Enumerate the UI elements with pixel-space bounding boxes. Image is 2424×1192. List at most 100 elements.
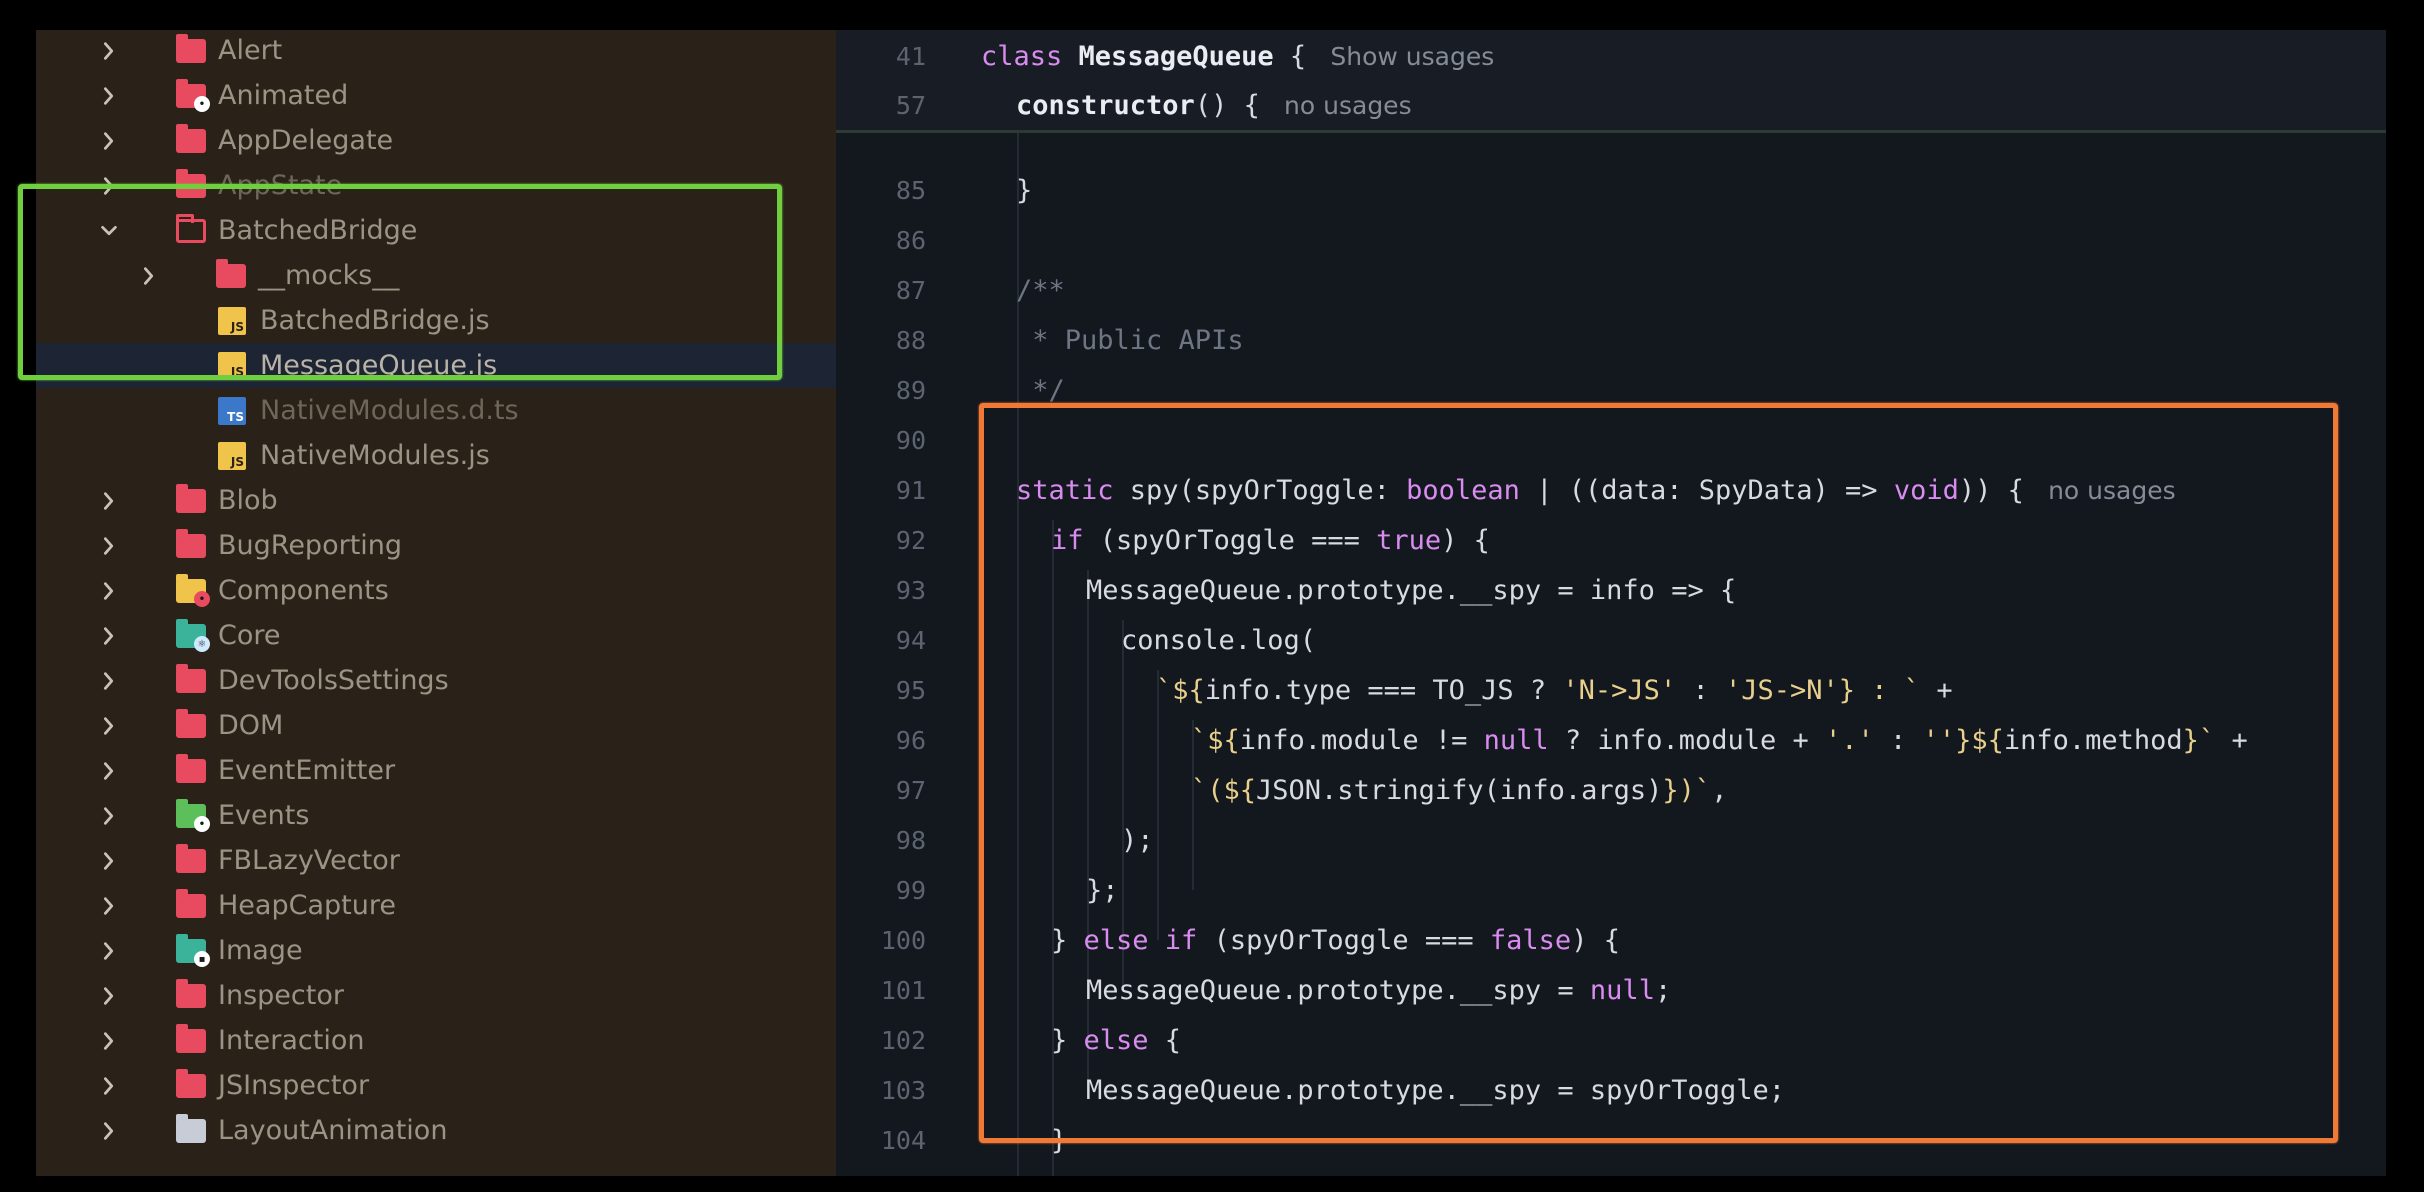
tree-item-label: NativeModules.js xyxy=(260,440,490,471)
line-number: 90 xyxy=(895,426,926,455)
js-file-icon: JS xyxy=(218,307,246,335)
folder-icon xyxy=(176,844,206,873)
code-line[interactable]: 100} else if (spyOrToggle === false) { xyxy=(836,916,2386,966)
tree-item-label: BugReporting xyxy=(218,530,403,561)
folder-badge-icon: • xyxy=(194,816,210,832)
chevron-right-icon[interactable] xyxy=(94,30,124,73)
tree-item-jsinspector[interactable]: JSInspector xyxy=(36,1063,836,1108)
tree-item-mocks[interactable]: __mocks__ xyxy=(36,253,836,298)
chevron-right-icon[interactable] xyxy=(94,478,124,523)
tree-item-bugreporting[interactable]: BugReporting xyxy=(36,523,836,568)
code-line[interactable]: 87 /** xyxy=(836,266,2386,316)
code-line[interactable]: 88 * Public APIs xyxy=(836,316,2386,366)
line-number: 93 xyxy=(895,576,926,605)
chevron-right-icon[interactable] xyxy=(94,973,124,1018)
line-number: 96 xyxy=(895,726,926,755)
line-number: 99 xyxy=(895,876,926,905)
code-token: { xyxy=(1273,41,1323,72)
code-line[interactable]: 57 constructor() { no usages xyxy=(836,81,2386,131)
code-line[interactable]: 93 MessageQueue.prototype.__spy = info =>… xyxy=(836,566,2386,616)
code-line[interactable]: 103 MessageQueue.prototype.__spy = spyOrT… xyxy=(836,1066,2386,1116)
code-line[interactable]: 85} xyxy=(836,166,2386,216)
tree-item-components[interactable]: • Components xyxy=(36,568,836,613)
tree-item-animated[interactable]: • Animated xyxy=(36,73,836,118)
tree-item-fblazyvector[interactable]: FBLazyVector xyxy=(36,838,836,883)
usage-hint[interactable]: Show usages xyxy=(1322,42,1494,71)
folder-icon xyxy=(176,1114,206,1143)
code-token: false xyxy=(1489,925,1572,956)
tree-item-devtoolssettings[interactable]: DevToolsSettings xyxy=(36,658,836,703)
tree-item-eventemitter[interactable]: EventEmitter xyxy=(36,748,836,793)
code-line[interactable]: 104} xyxy=(836,1116,2386,1166)
code-editor[interactable]: 41 class MessageQueue { Show usages 57 cons… xyxy=(836,30,2386,1176)
tree-item-core[interactable]: ⚛ Core xyxy=(36,613,836,658)
tree-item-nativemodules-d-ts[interactable]: TS NativeModules.d.ts xyxy=(36,388,836,433)
chevron-right-icon[interactable] xyxy=(94,523,124,568)
chevron-right-icon[interactable] xyxy=(94,928,124,973)
chevron-right-icon[interactable] xyxy=(94,1063,124,1108)
code-line[interactable]: 99}; xyxy=(836,866,2386,916)
usage-hint[interactable]: no usages xyxy=(1276,91,1412,120)
chevron-right-icon[interactable] xyxy=(94,568,124,613)
code-line[interactable]: 94 console.log( xyxy=(836,616,2386,666)
code-line[interactable]: 95 `${info.type === TO_JS ? 'N->JS' : 'JS… xyxy=(836,666,2386,716)
code-line[interactable]: 102} else { xyxy=(836,1016,2386,1066)
folder-icon xyxy=(176,754,206,783)
chevron-right-icon[interactable] xyxy=(94,163,124,208)
chevron-right-icon[interactable] xyxy=(94,883,124,928)
chevron-right-icon[interactable] xyxy=(94,1108,124,1153)
code-token: '' xyxy=(1922,725,1956,756)
file-type-label: JS xyxy=(230,320,244,334)
chevron-right-icon[interactable] xyxy=(94,118,124,163)
code-line[interactable]: 86 xyxy=(836,216,2386,266)
sticky-scroll-header[interactable]: 41 class MessageQueue { Show usages 57 cons… xyxy=(836,30,2386,133)
usage-hint[interactable]: no usages xyxy=(2040,476,2176,505)
code-line[interactable]: 89 */ xyxy=(836,366,2386,416)
tree-item-blob[interactable]: Blob xyxy=(36,478,836,523)
tree-item-alert[interactable]: Alert xyxy=(36,30,836,73)
tree-item-nativemodules-js[interactable]: JS NativeModules.js xyxy=(36,433,836,478)
chevron-right-icon[interactable] xyxy=(94,73,124,118)
code-line[interactable]: 101 MessageQueue.prototype.__spy = null; xyxy=(836,966,2386,1016)
tree-item-events[interactable]: • Events xyxy=(36,793,836,838)
tree-item-messagequeue-js[interactable]: JS MessageQueue.js xyxy=(36,343,836,388)
code-line[interactable]: 41 class MessageQueue { Show usages xyxy=(836,32,2386,82)
code-line[interactable]: 91 static spy(spyOrToggle: boolean | ((da… xyxy=(836,466,2386,516)
chevron-right-icon[interactable] xyxy=(94,703,124,748)
code-token: true xyxy=(1376,525,1442,556)
chevron-right-icon[interactable] xyxy=(94,613,124,658)
tree-item-batchedbridge[interactable]: BatchedBridge xyxy=(36,208,836,253)
tree-item-inspector[interactable]: Inspector xyxy=(36,973,836,1018)
chevron-right-icon[interactable] xyxy=(94,793,124,838)
code-token: static xyxy=(1016,475,1130,506)
tree-item-batchedbridge-js[interactable]: JS BatchedBridge.js xyxy=(36,298,836,343)
tree-item-appstate[interactable]: AppState xyxy=(36,163,836,208)
tree-item-label: FBLazyVector xyxy=(218,845,400,876)
chevron-right-icon[interactable] xyxy=(134,253,164,298)
tree-item-layoutanimation[interactable]: LayoutAnimation xyxy=(36,1108,836,1153)
line-number: 102 xyxy=(880,1026,926,1055)
code-line[interactable]: 90 xyxy=(836,416,2386,466)
tree-item-appdelegate[interactable]: AppDelegate xyxy=(36,118,836,163)
chevron-right-icon[interactable] xyxy=(94,658,124,703)
code-line[interactable]: 98); xyxy=(836,816,2386,866)
code-token: constructor xyxy=(1016,90,1195,121)
code-token: void xyxy=(1893,475,1959,506)
tree-item-image[interactable]: ▪ Image xyxy=(36,928,836,973)
code-token: })` xyxy=(1662,775,1712,806)
chevron-right-icon[interactable] xyxy=(94,838,124,883)
tree-item-heapcapture[interactable]: HeapCapture xyxy=(36,883,836,928)
code-token: `${ xyxy=(1156,675,1205,706)
code-line[interactable]: 96 `${info.module != null ? info.module +… xyxy=(836,716,2386,766)
chevron-right-icon[interactable] xyxy=(94,1018,124,1063)
folder-icon: • xyxy=(176,79,210,112)
code-line[interactable]: 105} xyxy=(836,1166,2386,1176)
chevron-right-icon[interactable] xyxy=(94,748,124,793)
code-line[interactable]: 97 `(${JSON.stringify(info.args)})`, xyxy=(836,766,2386,816)
tree-item-interaction[interactable]: Interaction xyxy=(36,1018,836,1063)
tree-item-dom[interactable]: DOM xyxy=(36,703,836,748)
code-text: console.log( xyxy=(1121,616,1316,666)
code-line[interactable]: 92 if (spyOrToggle === true) { xyxy=(836,516,2386,566)
chevron-down-icon[interactable] xyxy=(94,208,124,253)
line-number: 92 xyxy=(895,526,926,555)
